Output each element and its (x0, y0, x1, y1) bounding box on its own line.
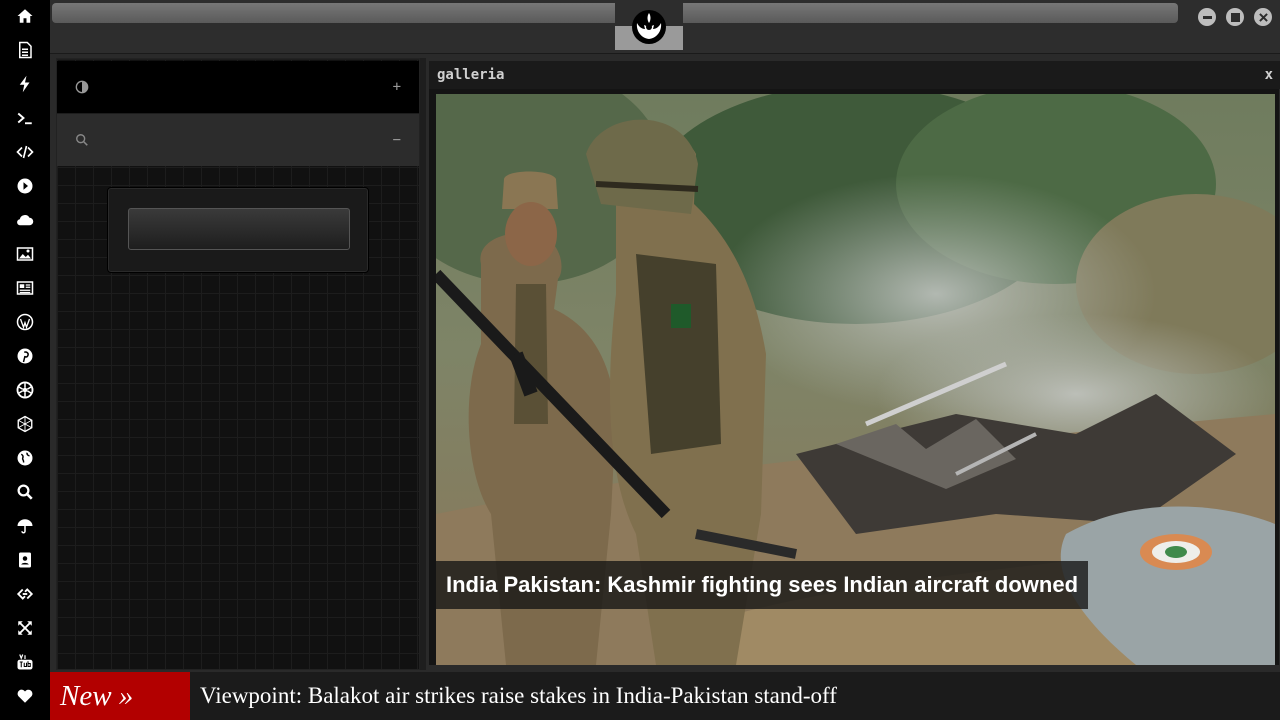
news-ticker: New » Viewpoint: Balakot air strikes rai… (50, 672, 1280, 720)
galleria-title: galleria (437, 67, 505, 83)
galleria-panel: galleria x India Pakistan: Kashmir fight… (428, 60, 1280, 666)
search-input[interactable] (128, 208, 350, 250)
lightning-icon[interactable] (14, 73, 36, 95)
collapse-toggle[interactable]: − (393, 132, 401, 148)
new-badge: New » (50, 672, 190, 720)
contrast-icon (75, 80, 89, 94)
code-icon[interactable] (14, 141, 36, 163)
rebel-alliance-icon[interactable] (14, 379, 36, 401)
minimize-icon[interactable] (1198, 8, 1216, 26)
newspaper-icon[interactable] (14, 277, 36, 299)
document-icon[interactable] (14, 39, 36, 61)
close-icon[interactable] (1254, 8, 1272, 26)
link-icon[interactable] (14, 583, 36, 605)
search-accordion-header[interactable]: − (57, 114, 419, 166)
logo-tab[interactable] (615, 2, 683, 50)
cloud-icon[interactable] (14, 209, 36, 231)
panel-divider[interactable] (420, 58, 426, 670)
rebel-alliance-logo-icon (632, 10, 666, 44)
top-bar (50, 0, 1280, 54)
ticker-headline-link[interactable]: Viewpoint: Balakot air strikes raise sta… (200, 672, 837, 720)
home-icon[interactable] (14, 5, 36, 27)
close-icon[interactable]: x (1265, 67, 1273, 83)
image-caption: India Pakistan: Kashmir fighting sees In… (436, 561, 1089, 609)
youtube-icon[interactable] (14, 651, 36, 673)
contrast-accordion-header[interactable]: + (57, 61, 419, 113)
expand-toggle[interactable]: + (393, 79, 401, 95)
search-box-container (107, 187, 369, 273)
galleria-header: galleria x (429, 61, 1280, 89)
expand-icon[interactable] (14, 617, 36, 639)
search-icon (76, 134, 88, 146)
heart-icon[interactable] (14, 685, 36, 707)
wordpress-icon[interactable] (14, 311, 36, 333)
image-icon[interactable] (14, 243, 36, 265)
search-icon[interactable] (14, 481, 36, 503)
contacts-icon[interactable] (14, 549, 36, 571)
globe-wireframe-icon[interactable] (14, 413, 36, 435)
app-sidebar (0, 0, 50, 720)
left-panel: + − (56, 58, 420, 670)
earth-icon[interactable] (14, 447, 36, 469)
maximize-icon[interactable] (1226, 8, 1244, 26)
pinterest-icon[interactable] (14, 345, 36, 367)
terminal-icon[interactable] (14, 107, 36, 129)
umbrella-icon[interactable] (14, 515, 36, 537)
play-icon[interactable] (14, 175, 36, 197)
